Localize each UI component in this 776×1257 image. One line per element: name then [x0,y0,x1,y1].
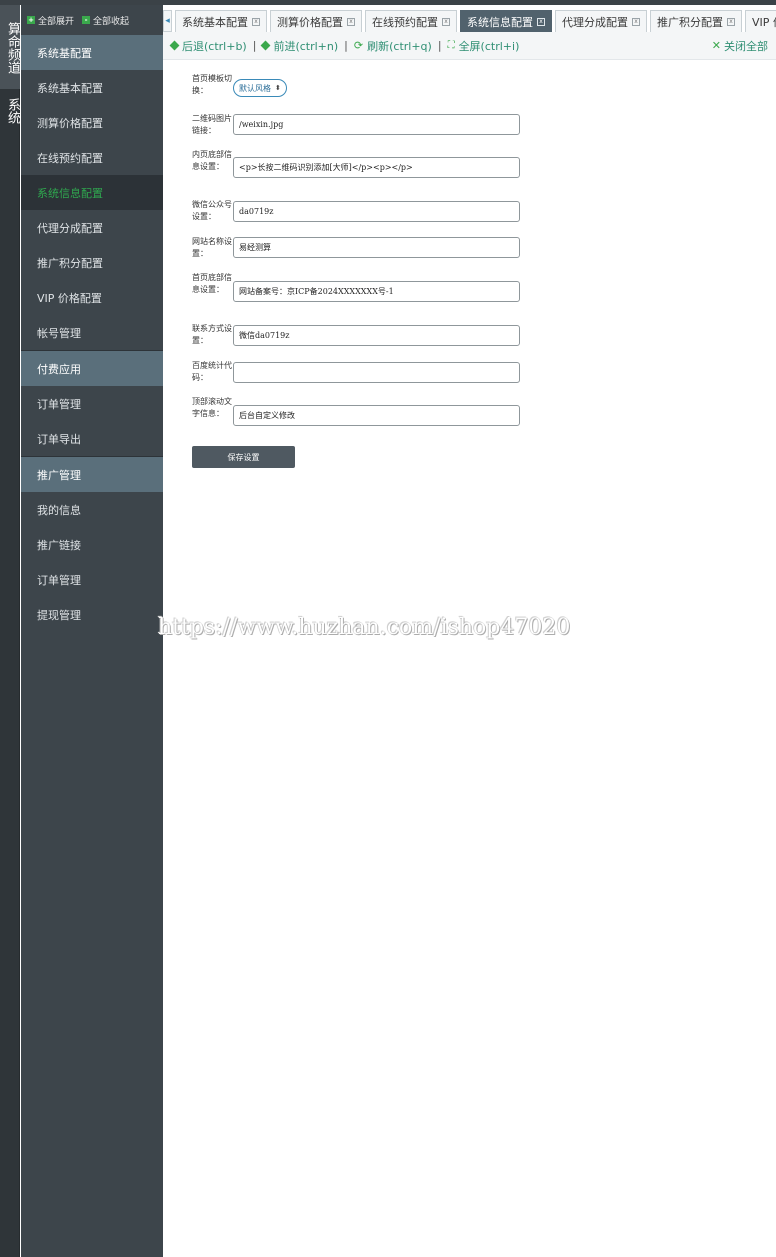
sidebar-item-promo-link[interactable]: 推广链接 [21,527,163,562]
forward-button[interactable]: 前进(ctrl+n) [261,38,339,54]
sidebar-section-paid-apps[interactable]: 付费应用 [21,351,163,386]
sidebar-item-account[interactable]: 帐号管理 [21,315,163,350]
fullscreen-button[interactable]: ⛶ 全屏(ctrl+i) [448,38,520,54]
minus-icon: - [82,16,91,24]
close-icon: ✕ [711,39,721,52]
sidebar-item-info-config[interactable]: 系统信息配置 [21,175,163,210]
refresh-button[interactable]: ⟳ 刷新(ctrl+q) [354,38,432,54]
select-caret-icon: ⬍ [275,84,281,92]
sidebar-section-system-config[interactable]: 系统基配置 [21,35,163,70]
back-arrow-icon [169,40,180,51]
tab-close-icon[interactable]: x [347,17,355,26]
tab-agent-config[interactable]: 代理分成配置 x [555,10,647,32]
save-button[interactable]: 保存设置 [192,446,295,468]
contact-label: 联系方式设置： [192,324,232,345]
plus-icon: + [27,16,35,24]
marquee-input[interactable] [233,405,520,426]
baidu-stats-label: 百度统计代码： [192,361,232,382]
channel-strip: 算命频道 系统 [0,5,20,1257]
template-select[interactable]: 默认风格 ⬍ [233,79,287,97]
refresh-icon: ⟳ [353,39,364,52]
sidebar-item-order-export[interactable]: 订单导出 [21,421,163,456]
marquee-label: 顶部滚动文字信息： [192,397,232,418]
tab-basic-config[interactable]: 系统基本配置 x [175,10,267,32]
fullscreen-icon: ⛶ [447,40,455,51]
wechat-label: 微信公众号设置： [192,200,232,221]
tab-points-config[interactable]: 推广积分配置 x [650,10,742,32]
refresh-label: 刷新(ctrl+q) [367,39,432,53]
tab-bar: ◂ 系统基本配置 x 测算价格配置 x 在线预约配置 x 系统信息配置 x 代理… [163,5,776,32]
back-button[interactable]: 后退(ctrl+b) [169,38,247,54]
tab-close-icon[interactable]: x [442,17,450,26]
tab-vip-config[interactable]: VIP 价 ▸ [745,10,776,32]
tab-label: 系统信息配置 [467,15,533,29]
contact-input[interactable] [233,325,520,346]
sidebar-item-booking-config[interactable]: 在线预约配置 [21,140,163,175]
inner-footer-label: 内页底部信息设置： [192,150,232,171]
home-footer-label: 首页底部信息设置： [192,273,232,294]
qrcode-label: 二维码图片链接： [192,114,232,135]
sidebar: + 全部展开 - 全部收起 系统基配置 系统基本配置 测算价格配置 在线预约配置… [21,5,163,1257]
close-all-label: 关闭全部 [724,39,768,53]
baidu-stats-input[interactable] [233,362,520,383]
site-name-input[interactable] [233,237,520,258]
toolbar-separator: | [252,39,257,52]
tab-booking-config[interactable]: 在线预约配置 x [365,10,457,32]
watermark-text: https://www.huzhan.com/ishop47020 [158,615,571,640]
sidebar-item-points-config[interactable]: 推广积分配置 [21,245,163,280]
wechat-input[interactable] [233,201,520,222]
template-label: 首页模板切换： [192,74,232,95]
template-select-value: 默认风格 [239,83,271,93]
tab-label: 测算价格配置 [277,15,343,29]
back-label: 后退(ctrl+b) [182,39,247,53]
tab-close-icon[interactable]: x [632,17,640,26]
channel-system[interactable]: 系统 [0,89,20,129]
tab-scroll-left-icon[interactable]: ◂ [163,10,172,32]
forward-arrow-icon [261,40,271,51]
tab-close-icon[interactable]: x [727,17,735,26]
sidebar-section-promotion[interactable]: 推广管理 [21,457,163,492]
tab-label: 在线预约配置 [372,15,438,29]
sidebar-controls: + 全部展开 - 全部收起 [21,5,163,35]
expand-all-label: 全部展开 [38,16,75,27]
expand-all-button[interactable]: + 全部展开 [27,14,74,27]
tab-price-config[interactable]: 测算价格配置 x [270,10,362,32]
inner-footer-input[interactable] [233,157,520,178]
channel-fortune[interactable]: 算命频道 [0,5,20,89]
toolbar-separator: | [437,39,442,52]
collapse-all-label: 全部收起 [93,16,130,27]
forward-label: 前进(ctrl+n) [273,39,339,53]
site-name-label: 网站名称设置： [192,237,232,258]
tab-close-icon[interactable]: x [252,17,260,26]
tab-info-config[interactable]: 系统信息配置 x [460,10,552,32]
toolbar-separator: | [344,39,348,52]
tab-label: 系统基本配置 [182,15,248,29]
tab-label: VIP 价 [752,15,776,29]
close-all-button[interactable]: ✕ 关闭全部 [712,38,768,54]
collapse-all-button[interactable]: - 全部收起 [82,14,129,27]
tab-label: 代理分成配置 [562,15,628,29]
tab-label: 推广积分配置 [657,15,723,29]
sidebar-item-my-info[interactable]: 我的信息 [21,492,163,527]
tab-close-icon[interactable]: x [537,17,545,26]
sidebar-item-orders[interactable]: 订单管理 [21,386,163,421]
sidebar-item-promo-orders[interactable]: 订单管理 [21,562,163,597]
sidebar-item-vip-config[interactable]: VIP 价格配置 [21,280,163,315]
sidebar-item-agent-config[interactable]: 代理分成配置 [21,210,163,245]
home-footer-input[interactable] [233,281,520,302]
fullscreen-label: 全屏(ctrl+i) [458,39,520,53]
sidebar-item-price-config[interactable]: 测算价格配置 [21,105,163,140]
qrcode-link-input[interactable] [233,114,520,135]
sidebar-item-withdraw[interactable]: 提现管理 [21,597,163,632]
nav-toolbar: 后退(ctrl+b) | 前进(ctrl+n) | ⟳ 刷新(ctrl+q) |… [163,32,776,60]
sidebar-item-basic-config[interactable]: 系统基本配置 [21,70,163,105]
